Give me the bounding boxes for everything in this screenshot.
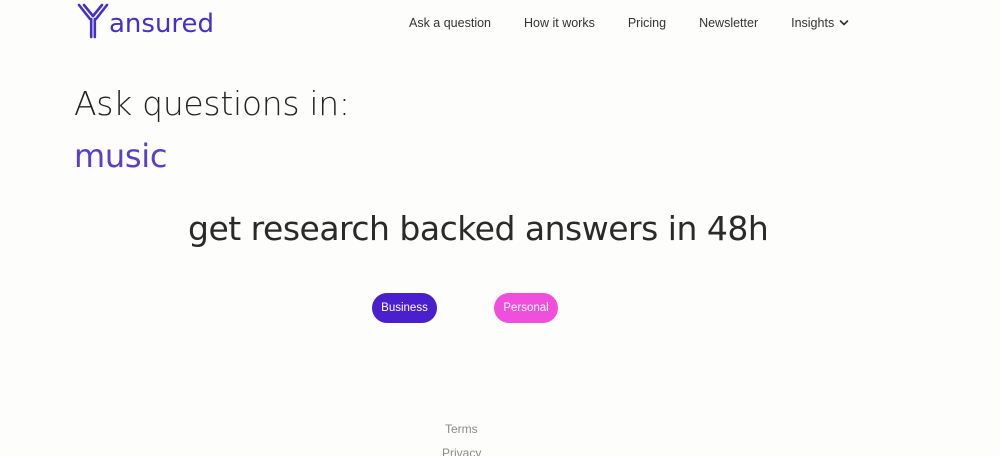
nav-insights-label: Insights (791, 16, 835, 30)
chevron-down-icon (839, 20, 849, 26)
nav-insights-dropdown[interactable]: Insights (791, 16, 849, 30)
nav-ask-a-question[interactable]: Ask a question (409, 16, 491, 30)
hero-headline: Ask questions in: (74, 84, 350, 123)
personal-button[interactable]: Personal (494, 293, 558, 323)
brand-logo[interactable]: ansured (76, 2, 214, 40)
nav-pricing[interactable]: Pricing (628, 16, 666, 30)
nav-newsletter[interactable]: Newsletter (699, 16, 758, 30)
hero-topic: music (74, 137, 168, 175)
main-nav: Ask a question How it works Pricing News… (409, 16, 849, 30)
nav-how-it-works[interactable]: How it works (524, 16, 595, 30)
footer-terms-link[interactable]: Terms (445, 422, 478, 436)
business-button[interactable]: Business (372, 293, 437, 323)
brand-name: ansured (109, 9, 215, 39)
footer-privacy-link[interactable]: Privacy (442, 446, 481, 456)
page: ansured Ask a question How it works Pric… (0, 0, 1000, 456)
hero-subheadline: get research backed answers in 48h (188, 209, 769, 248)
antibody-y-icon (77, 3, 109, 39)
